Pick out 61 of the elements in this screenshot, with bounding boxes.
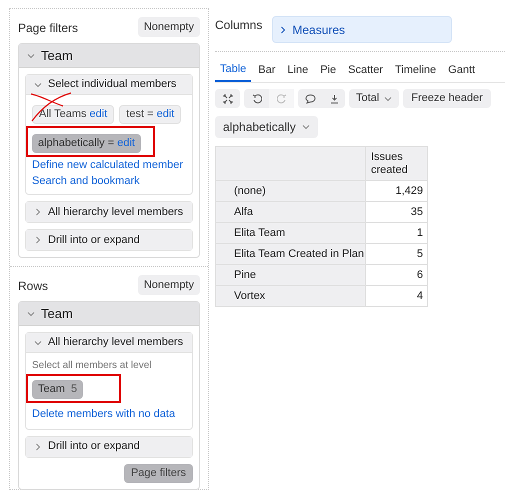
download-icon (330, 94, 338, 104)
freeze-header-button[interactable]: Freeze header (403, 89, 491, 108)
row-header-cell: Pine (216, 264, 366, 286)
view-tab[interactable]: Table (215, 58, 252, 82)
chevron-down-icon (384, 94, 392, 102)
chevron-right-icon (34, 208, 42, 216)
chevron-right-icon (34, 236, 42, 244)
nonempty-button[interactable]: Nonempty (138, 17, 200, 37)
action-link[interactable]: Search and bookmark (32, 174, 186, 188)
table-cell: 4 (366, 286, 428, 306)
speech-bubble-icon (305, 94, 316, 104)
table-cell: 1 (366, 222, 428, 244)
view-tab[interactable]: Bar (253, 58, 280, 82)
dimension-header[interactable]: Team (19, 302, 199, 326)
section-header[interactable]: Drill into or expand (26, 436, 192, 456)
table-cell: 5 (366, 244, 428, 264)
sort-dropdown[interactable]: alphabetically (215, 116, 318, 138)
chevron-down-icon (27, 310, 35, 318)
member-chip[interactable]: test = edit (119, 104, 182, 124)
member-chip[interactable]: alphabetically = edit (32, 134, 141, 153)
section-header[interactable]: All hierarchy level members (26, 333, 192, 353)
chevron-right-icon (34, 442, 42, 450)
view-tab[interactable]: Gantt (443, 58, 480, 82)
header-cell: Issues created (366, 146, 428, 180)
view-tab[interactable]: Line (282, 58, 314, 82)
row-header-cell: Vortex (216, 286, 366, 306)
panel-title: Rows (18, 278, 48, 295)
undo-icon (252, 94, 262, 104)
action-link[interactable]: Delete members with no data (32, 406, 186, 422)
table-cell: 6 (366, 264, 428, 286)
dimension-header[interactable]: Team (19, 44, 199, 68)
chevron-down-icon (302, 123, 310, 131)
chevron-down-icon (27, 52, 35, 60)
view-tab[interactable]: Scatter (343, 58, 388, 82)
nonempty-button[interactable]: Nonempty (138, 275, 200, 295)
table-cell: 35 (366, 202, 428, 222)
view-tab[interactable]: Pie (315, 58, 342, 82)
panel-title: Page filters (18, 20, 78, 37)
redo-icon (276, 94, 286, 104)
table-cell: 1,429 (366, 180, 428, 202)
row-header-cell: (none) (216, 180, 366, 202)
measures-item[interactable]: Measures (272, 16, 452, 43)
chevron-down-icon (34, 80, 42, 88)
section-header[interactable]: All hierarchy level members (26, 202, 192, 222)
row-header-cell: Alfa (216, 202, 366, 222)
chevron-right-icon (280, 26, 286, 34)
hint-text: Select all members at level (32, 359, 152, 373)
total-dropdown[interactable]: Total (349, 89, 400, 108)
action-link[interactable]: Define new calculated member (32, 158, 186, 172)
level-chip[interactable]: Team 5 (32, 380, 84, 399)
expand-icon (222, 94, 232, 104)
panel-title: Columns (215, 17, 262, 34)
member-chip[interactable]: All Teams edit (32, 104, 114, 124)
fullscreen-button[interactable] (215, 89, 240, 108)
view-tab[interactable]: Timeline (390, 58, 442, 82)
row-header-cell: Elita Team Created in Plan (216, 244, 366, 264)
chevron-down-icon (34, 338, 42, 346)
section-header[interactable]: Select individual members (26, 75, 192, 95)
row-header-cell: Elita Team (216, 222, 366, 244)
section-header[interactable]: Drill into or expand (26, 230, 192, 250)
page-filters-button[interactable]: Page filters (124, 464, 193, 482)
